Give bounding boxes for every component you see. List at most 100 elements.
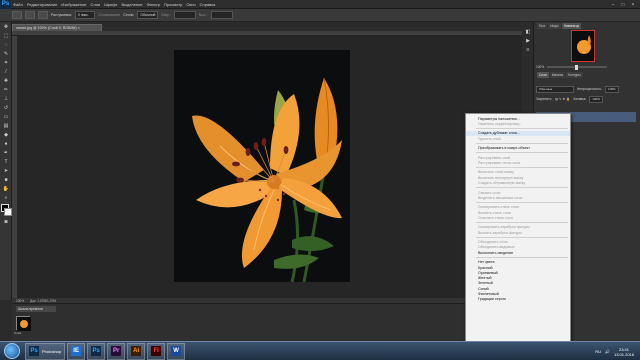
navigator-zoom-value[interactable]: 100% (536, 65, 544, 69)
layers-blend-row: Обычные Непрозрачность: 100% (536, 85, 638, 93)
menu-separator (476, 236, 568, 238)
shape-tool-icon[interactable]: ■ (2, 176, 10, 184)
menu-item-2[interactable]: Изображение (59, 2, 88, 7)
eyedropper-tool-icon[interactable]: ⁄ (2, 68, 10, 76)
app-icon: Ps (91, 346, 102, 356)
menu-separator (476, 202, 568, 204)
document-tab[interactable]: лилия.jpg @ 100% (Слой 0, RGB/8#) × (12, 24, 102, 31)
close-button[interactable]: × (628, 0, 638, 9)
clock[interactable]: 23:41 13.01.2016 (614, 347, 634, 357)
menu-item-1[interactable]: Редактирование (25, 2, 59, 7)
tab-layers[interactable]: Слои (537, 72, 549, 78)
minimize-button[interactable]: – (608, 0, 618, 9)
stamp-tool-icon[interactable]: ⊥ (2, 95, 10, 103)
height-input[interactable] (210, 11, 233, 19)
properties-panel-icon[interactable]: ≡ (524, 46, 532, 54)
tab-channels[interactable]: Каналы (549, 72, 566, 78)
frame-delay-label[interactable]: 0 сек (14, 331, 38, 336)
marquee-tool-icon[interactable]: ⬚ (2, 32, 10, 40)
blend-mode-select[interactable]: Обычные (536, 85, 574, 93)
crop-tool-icon[interactable]: ⌗ (2, 59, 10, 67)
blur-tool-icon[interactable]: ◆ (2, 131, 10, 139)
feather-input[interactable]: 0 пикс. (75, 11, 95, 19)
gradient-tool-icon[interactable]: ▤ (2, 122, 10, 130)
doc-info[interactable]: Док: 1,07М/1,07М (30, 299, 56, 303)
menu-item-5[interactable]: Выделение (119, 2, 144, 7)
system-tray: RU 🔊 23:41 13.01.2016 (595, 343, 634, 360)
timeline-frame-thumbnail[interactable] (16, 316, 31, 331)
context-menu-item[interactable]: Преобразовать в смарт-объект (466, 146, 570, 151)
menu-item-4[interactable]: Шрифт (102, 2, 119, 7)
app-icon: W (171, 346, 182, 356)
menu-item-6[interactable]: Фильтр (145, 2, 162, 7)
taskbar-app-pr[interactable]: Pr (107, 342, 126, 360)
taskbar-app-fl[interactable]: Fl (147, 342, 166, 360)
dodge-tool-icon[interactable]: ● (2, 140, 10, 148)
menu-item-0[interactable]: Файл (11, 2, 25, 7)
zoom-tool-icon[interactable]: ⌕ (2, 194, 10, 202)
taskbar-app-ie[interactable]: IE (67, 342, 86, 360)
add-selection-icon[interactable] (38, 11, 48, 19)
tab-navigator[interactable]: Навигатор (561, 23, 582, 29)
lasso-tool-icon[interactable]: ◌ (2, 41, 10, 49)
style-select[interactable]: Обычный (137, 11, 159, 19)
tab-histogram[interactable]: Гист (537, 23, 548, 29)
lock-label: Закрепить: (536, 97, 553, 101)
width-label: Шир.: (161, 13, 171, 17)
tab-paths[interactable]: Контуры (566, 72, 583, 78)
lily-photo[interactable] (174, 50, 350, 282)
navigator-zoom-row: 100% (536, 64, 636, 70)
type-tool-icon[interactable]: T (2, 158, 10, 166)
width-input[interactable] (173, 11, 196, 19)
actions-panel-icon[interactable]: ▶ (524, 37, 532, 45)
quick-mask-icon[interactable]: ◙ (2, 218, 10, 226)
lock-icons[interactable]: ▨ ✎ ✥ 🔒 (555, 97, 570, 101)
brush-tool-icon[interactable]: ✏ (2, 86, 10, 94)
path-select-icon[interactable]: ➤ (2, 167, 10, 175)
navigator-preview[interactable] (571, 30, 595, 62)
eraser-tool-icon[interactable]: ▭ (2, 113, 10, 121)
opacity-input[interactable]: 100% (605, 85, 619, 93)
menu-item-8[interactable]: Окно (184, 2, 197, 7)
zoom-readout[interactable]: 100% (16, 299, 24, 303)
context-menu-item: Выделить связанные слои (478, 195, 523, 200)
background-color[interactable] (4, 208, 12, 216)
quick-select-tool-icon[interactable]: ✎ (2, 50, 10, 58)
context-menu-item[interactable]: Градации серого (466, 297, 570, 302)
maximize-button[interactable]: □ (618, 0, 628, 9)
taskbar-app-photoshop[interactable]: Ps Photoshop (25, 342, 66, 360)
volume-icon[interactable]: 🔊 (605, 349, 610, 354)
move-tool-icon[interactable]: ✥ (2, 23, 10, 31)
navigator-tabs: Гист Инфо Навигатор (537, 23, 582, 29)
options-bar: Растушевка: 0 пикс. Сглаживание Стиль: О… (0, 9, 640, 22)
history-brush-icon[interactable]: ↺ (2, 104, 10, 112)
taskbar-app-ai[interactable]: Ai (127, 342, 146, 360)
history-panel-icon[interactable]: ◧ (524, 28, 532, 36)
navigator-zoom-slider[interactable] (547, 64, 608, 70)
app-icon: Ai (131, 346, 142, 356)
menu-items: Файл Редактирование Изображение Слои Шрифт Вы… (11, 2, 217, 7)
menu-item-9[interactable]: Справка (198, 2, 218, 7)
pen-tool-icon[interactable]: ✒ (2, 149, 10, 157)
marquee-preset-icon[interactable] (12, 11, 22, 19)
context-menu-item: Вклеить атрибуты фигуры (478, 230, 522, 235)
hand-tool-icon[interactable]: ✋ (2, 185, 10, 193)
layer-context-menu: Параметры наложения... Изменить корректир… (465, 113, 571, 345)
healing-tool-icon[interactable]: ✚ (2, 77, 10, 85)
context-menu-item[interactable]: Выполнить сведение (466, 250, 570, 255)
tab-timeline[interactable]: Шкала времени (16, 306, 56, 312)
windows-taskbar: Ps Photoshop IE Ps Pr Ai Fl W RU 🔊 23:41 13.0… (0, 341, 640, 360)
menu-item-7[interactable]: Просмотр (162, 2, 184, 7)
fill-input[interactable]: 100% (589, 95, 603, 103)
language-indicator[interactable]: RU (595, 349, 601, 354)
menu-item-3[interactable]: Слои (89, 2, 103, 7)
start-button[interactable] (4, 343, 20, 359)
new-selection-icon[interactable] (25, 11, 35, 19)
color-swatches[interactable] (1, 204, 12, 216)
tab-info[interactable]: Инфо (548, 23, 561, 29)
taskbar-app-ps[interactable]: Ps (87, 342, 106, 360)
fill-label: Заливка: (573, 97, 587, 101)
taskbar-app-w[interactable]: W (167, 342, 186, 360)
antialias-checkbox[interactable]: Сглаживание (98, 13, 120, 17)
slider-knob[interactable] (575, 64, 579, 70)
